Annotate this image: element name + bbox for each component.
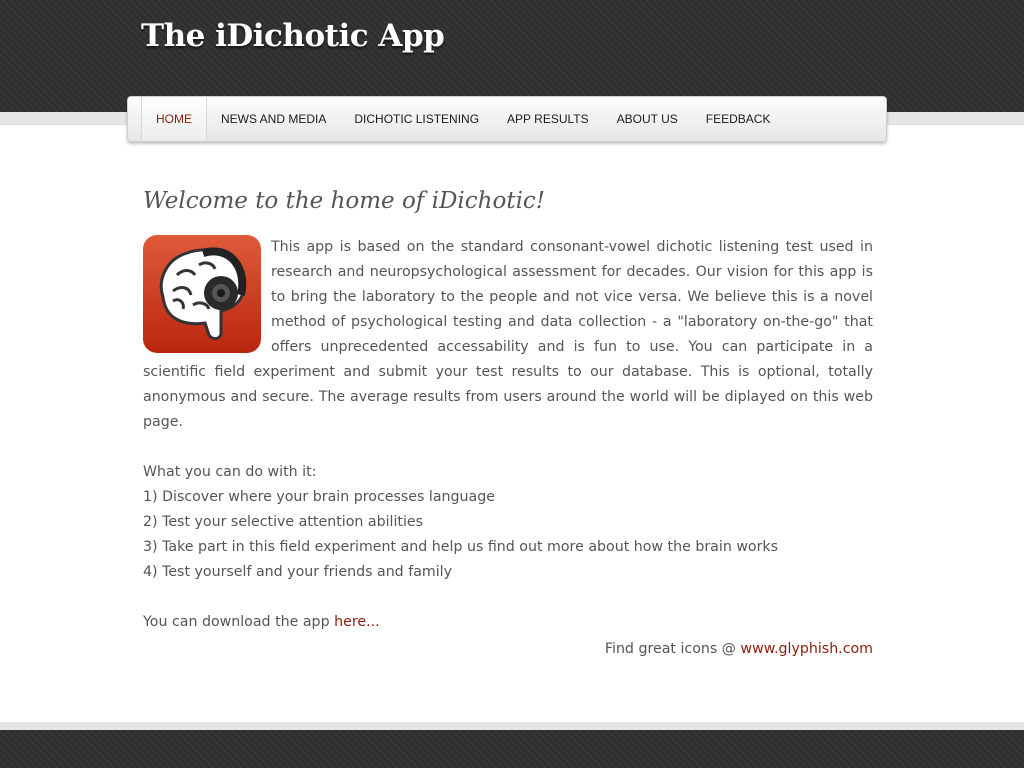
site-title[interactable]: The iDichotic App <box>141 18 445 54</box>
download-line: You can download the app here... <box>143 610 873 635</box>
nav-item-news-and-media[interactable]: NEWS AND MEDIA <box>207 97 340 141</box>
download-text: You can download the app <box>143 614 335 630</box>
nav-item-about-us[interactable]: ABOUT US <box>603 97 692 141</box>
feature-item: 4) Test yourself and your friends and fa… <box>143 564 452 580</box>
nav-item-dichotic-listening[interactable]: DICHOTIC LISTENING <box>340 97 493 141</box>
main-content: Welcome to the home of iDichotic! This a… <box>143 180 873 635</box>
features-title: What you can do with it: <box>143 464 317 480</box>
site-footer <box>0 722 1024 768</box>
main-nav: HOME NEWS AND MEDIA DICHOTIC LISTENING A… <box>127 96 887 142</box>
brain-headphones-icon <box>143 235 261 353</box>
nav-item-feedback[interactable]: FEEDBACK <box>692 97 785 141</box>
download-link[interactable]: here... <box>334 614 380 630</box>
credit-text: Find great icons @ <box>604 641 741 657</box>
nav-item-home[interactable]: HOME <box>141 97 207 141</box>
welcome-heading: Welcome to the home of iDichotic! <box>143 188 546 214</box>
feature-item: 1) Discover where your brain processes l… <box>143 489 495 505</box>
icon-credit: Find great icons @ www.glyphish.com <box>143 637 873 662</box>
glyphish-link[interactable]: www.glyphish.com <box>741 641 874 657</box>
feature-item: 3) Take part in this field experiment an… <box>143 539 779 555</box>
nav-item-app-results[interactable]: APP RESULTS <box>493 97 603 141</box>
feature-item: 2) Test your selective attention abiliti… <box>143 514 424 530</box>
